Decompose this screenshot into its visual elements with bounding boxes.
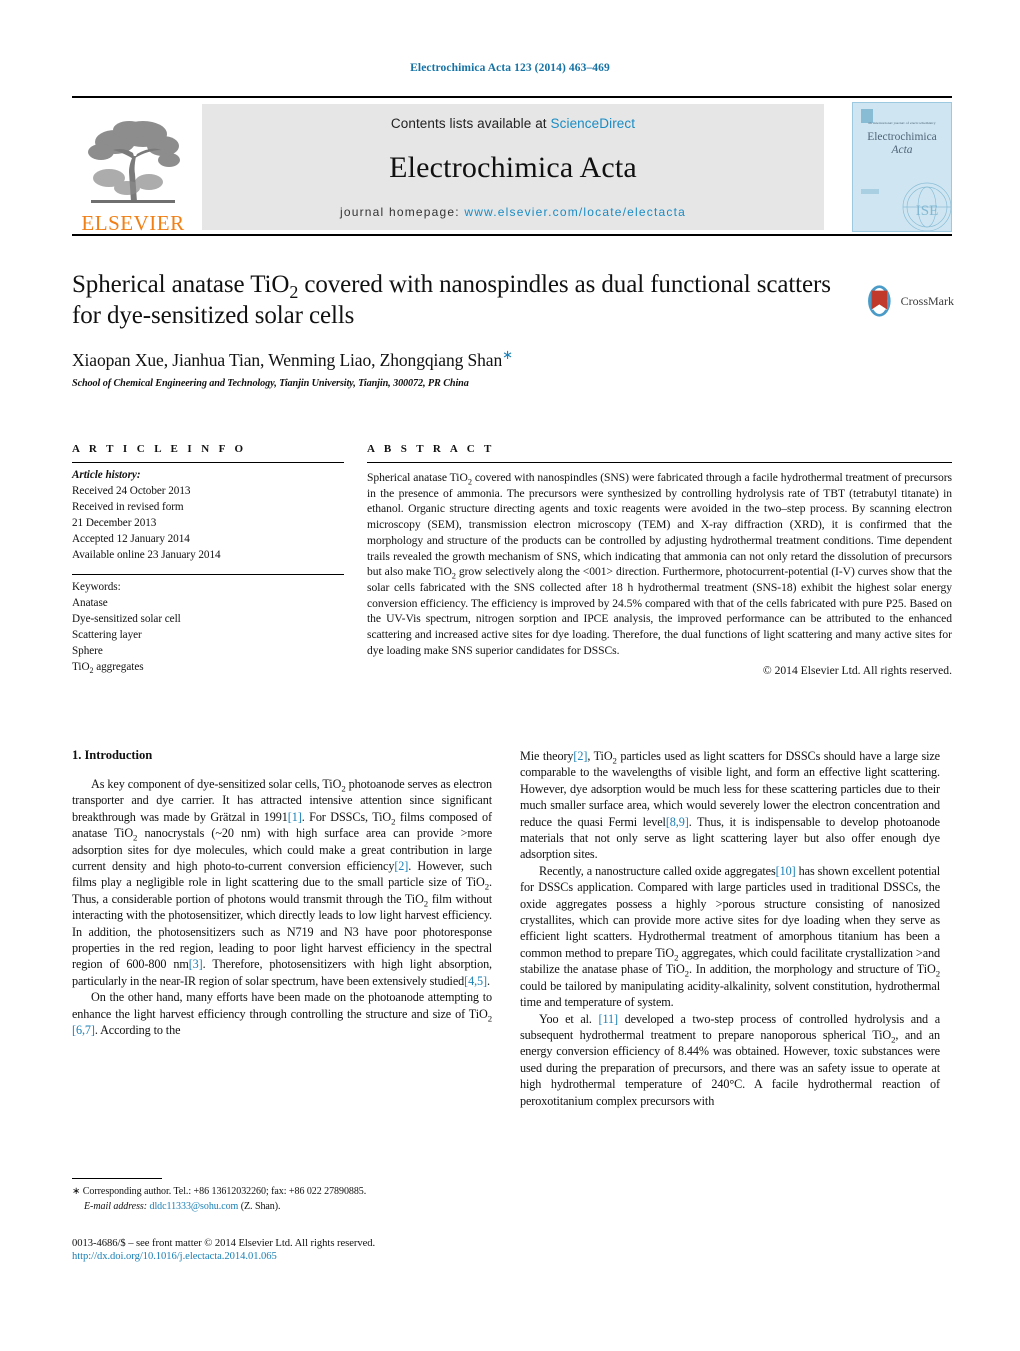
keyword-item-tio2: TiO2 aggregates [72, 660, 144, 676]
footnote-contact-text: Corresponding author. Tel.: +86 13612032… [82, 1186, 367, 1197]
keyword-item: Scattering layer [72, 629, 142, 642]
history-item: Received 24 October 2013 [72, 484, 191, 497]
title-subscript: 2 [289, 282, 299, 302]
footnote-email-line: E-mail address: dldc11333@sohu.com (Z. S… [72, 1199, 492, 1214]
email-link[interactable]: dldc11333@sohu.com [150, 1201, 239, 1212]
article-history: Article history: Received 24 October 201… [72, 468, 344, 563]
abstract-seg-2: covered with nanospindles (SNS) were fab… [367, 471, 952, 579]
citation-link[interactable]: [11] [599, 1012, 619, 1026]
page-footer: 0013-4686/$ – see front matter © 2014 El… [72, 1238, 572, 1262]
paragraph: Mie theory[2], TiO2 particles used as li… [520, 749, 940, 862]
abstract-column: A B S T R A C T Spherical anatase TiO2 c… [367, 443, 952, 677]
history-item: 21 December 2013 [72, 516, 157, 529]
sciencedirect-link[interactable]: ScienceDirect [551, 116, 636, 131]
elsevier-wordmark: ELSEVIER [81, 211, 185, 235]
cover-micro-text: an international journal of electrochemi… [868, 121, 936, 125]
masthead-center-band: Contents lists available at ScienceDirec… [202, 104, 824, 230]
running-head: Electrochimica Acta 123 (2014) 463–469 [410, 62, 610, 74]
page-title: Spherical anatase TiO2 covered with nano… [72, 270, 862, 331]
citation-link[interactable]: [10] [776, 864, 796, 878]
doi-link[interactable]: http://dx.doi.org/10.1016/j.electacta.20… [72, 1251, 572, 1262]
citation-link[interactable]: [2] [573, 749, 587, 763]
citation-link[interactable]: [4,5] [464, 974, 487, 988]
citation-link[interactable]: [8,9] [666, 815, 689, 829]
history-item: Available online 23 January 2014 [72, 548, 221, 561]
citation-link[interactable]: [2] [394, 859, 408, 873]
abstract-copyright: © 2014 Elsevier Ltd. All rights reserved… [762, 664, 952, 678]
title-part-1: Spherical anatase TiO [72, 271, 290, 298]
homepage-prefix: journal homepage: [339, 205, 465, 219]
keyword-item: Anatase [72, 597, 108, 610]
paragraph: As key component of dye-sensitized solar… [72, 777, 493, 988]
body-column-left: 1. Introduction As key component of dye-… [72, 748, 492, 1039]
keyword-item: Sphere [72, 645, 103, 658]
body-column-right: Mie theory[2], TiO2 particles used as li… [520, 748, 940, 1109]
cover-title-line1: Electrochimica [867, 131, 937, 143]
journal-homepage-line: journal homepage: www.elsevier.com/locat… [202, 205, 824, 219]
crossmark-label: CrossMark [900, 293, 954, 308]
footnote-contact-line: ∗ Corresponding author. Tel.: +86 136120… [72, 1184, 492, 1199]
svg-text:ISE: ISE [916, 203, 939, 219]
article-info-heading: A R T I C L E I N F O [72, 443, 247, 455]
journal-title: Electrochimica Acta [389, 151, 637, 184]
citation-link[interactable]: [6,7] [72, 1023, 95, 1037]
paragraph: On the other hand, many efforts have bee… [72, 990, 492, 1038]
citation-link[interactable]: [3] [189, 957, 203, 971]
abstract-text: Spherical anatase TiO2 covered with nano… [367, 471, 952, 657]
affiliation: School of Chemical Engineering and Techn… [72, 377, 469, 389]
footnote-rule [72, 1178, 162, 1179]
section-heading-introduction: 1. Introduction [72, 748, 153, 762]
corresponding-author-footnote: ∗ Corresponding author. Tel.: +86 136120… [72, 1178, 492, 1214]
abstract-heading: A B S T R A C T [367, 443, 495, 455]
paragraph: Recently, a nanostructure called oxide a… [520, 863, 941, 1010]
paragraph: Yoo et al. [11] developed a two-step pro… [520, 1011, 940, 1108]
crossmark-icon [868, 285, 891, 317]
contents-prefix: Contents lists available at [390, 116, 551, 131]
issn-copyright-line: 0013-4686/$ – see front matter © 2014 El… [72, 1238, 376, 1249]
footnote-marker: ∗ [72, 1186, 81, 1197]
crossmark-badge[interactable]: CrossMark [862, 278, 954, 324]
keywords-label: Keywords: [72, 581, 121, 594]
history-item: Received in revised form [72, 500, 184, 513]
keyword-item: Dye-sensitized solar cell [72, 613, 181, 626]
divider-rule [367, 462, 952, 463]
author-names: Xiaopan Xue, Jianhua Tian, Wenming Liao,… [72, 349, 503, 370]
article-history-label: Article history: [72, 469, 141, 481]
citation-link[interactable]: [1] [288, 810, 302, 824]
contents-available-line: Contents lists available at ScienceDirec… [391, 116, 635, 131]
author-list: Xiaopan Xue, Jianhua Tian, Wenming Liao,… [72, 347, 952, 371]
journal-masthead: ELSEVIER Contents lists available at Sci… [72, 96, 952, 236]
keywords-list: Keywords: Anatase Dye-sensitized solar c… [72, 580, 344, 675]
elsevier-logo: ELSEVIER [72, 100, 194, 234]
journal-cover-thumbnail: ISE an international journal of electroc… [852, 102, 952, 232]
paper-page: Electrochimica Acta 123 (2014) 463–469 E… [0, 0, 1020, 1351]
email-label: E-mail address: [84, 1201, 148, 1212]
cover-title-line2: Acta [891, 144, 913, 157]
history-item: Accepted 12 January 2014 [72, 532, 190, 545]
corresponding-author-marker: ∗ [502, 347, 513, 362]
abstract-seg-1: Spherical anatase TiO [367, 471, 468, 484]
email-suffix: (Z. Shan). [240, 1201, 281, 1212]
article-info-column: A R T I C L E I N F O Article history: R… [72, 443, 344, 676]
homepage-url-link[interactable]: www.elsevier.com/locate/electacta [464, 205, 686, 219]
title-block: Spherical anatase TiO2 covered with nano… [72, 270, 954, 389]
cover-title: Electrochimica Acta [853, 131, 951, 157]
divider-rule [72, 574, 344, 576]
divider-rule [72, 462, 344, 463]
elsevier-tree-icon [88, 121, 180, 203]
